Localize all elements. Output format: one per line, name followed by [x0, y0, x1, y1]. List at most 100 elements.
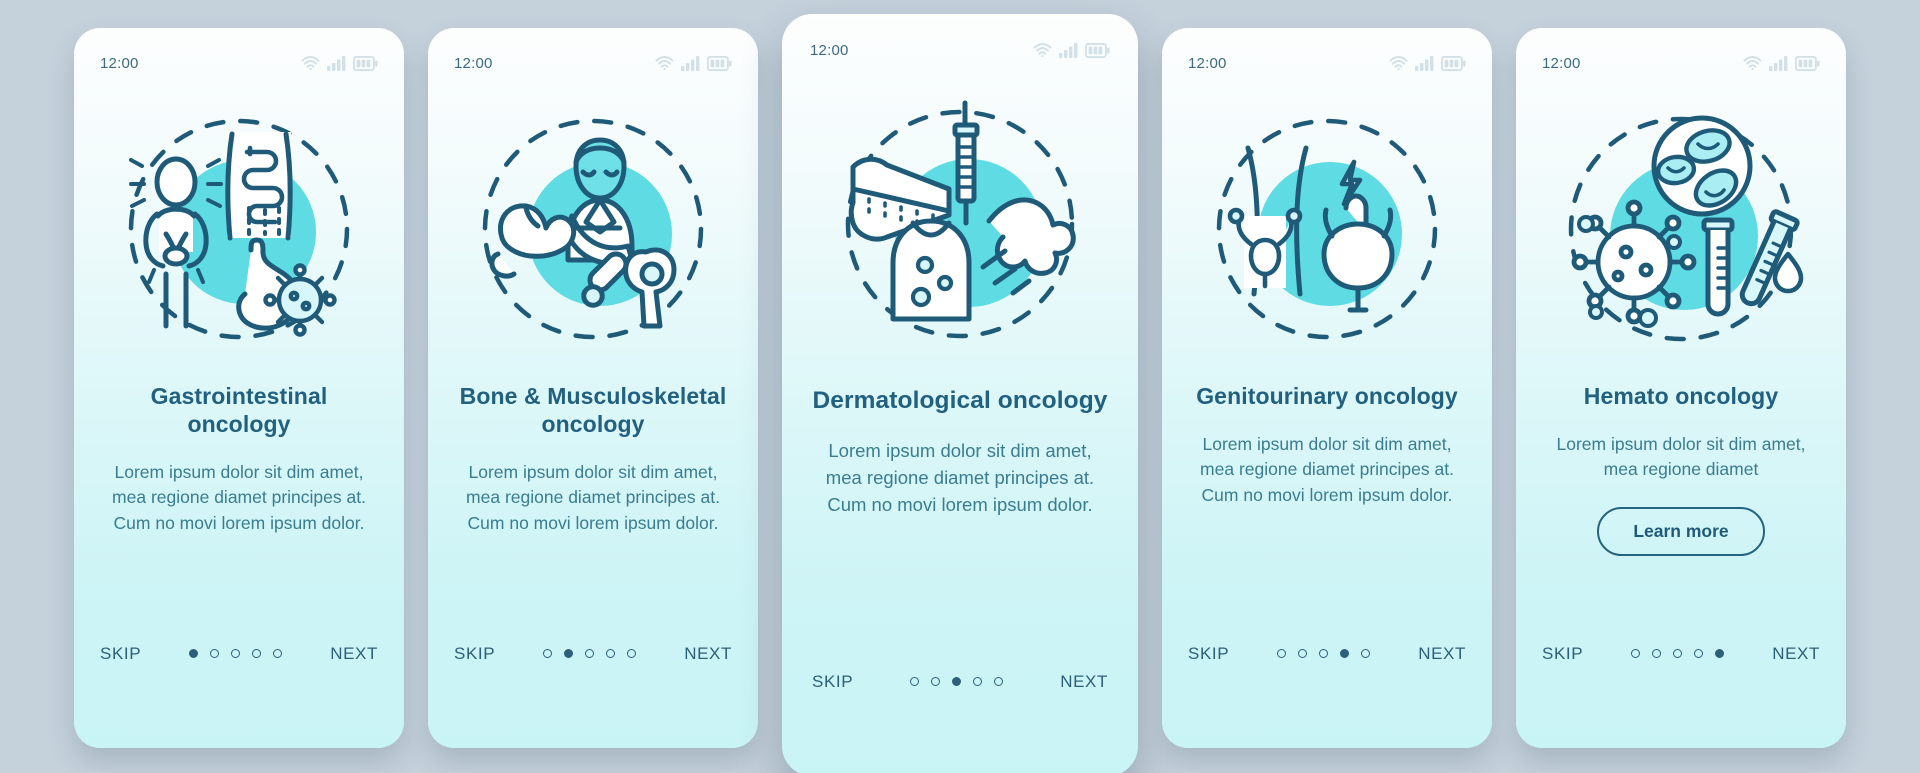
screen-title: Bone & Musculoskeletal oncology: [459, 383, 727, 438]
screen-copy: Genitourinary oncology Lorem ipsum dolor…: [1162, 376, 1492, 626]
onboarding-footer: SKIP NEXT: [782, 654, 1138, 773]
screen-description: Lorem ipsum dolor sit dim amet, mea regi…: [112, 462, 366, 533]
status-bar-icons: [655, 55, 732, 71]
status-bar: 12:00: [1516, 28, 1846, 76]
status-bar-clock: 12:00: [810, 41, 849, 59]
pagination-dot[interactable]: [931, 677, 941, 686]
onboarding-footer: SKIP NEXT: [1162, 626, 1492, 748]
pagination-dot[interactable]: [585, 649, 595, 658]
cellular-signal-icon: [1415, 55, 1434, 71]
pagination-dot[interactable]: [543, 649, 553, 658]
battery-icon: [707, 55, 732, 71]
skip-button[interactable]: SKIP: [1542, 644, 1583, 664]
gastrointestinal-oncology-illustration: [74, 76, 404, 376]
status-bar: 12:00: [782, 14, 1138, 62]
pagination-dots: [543, 644, 637, 658]
pagination-dots: [1277, 644, 1371, 658]
status-bar-icons: [1033, 42, 1110, 58]
onboarding-footer: SKIP NEXT: [1516, 626, 1846, 748]
pagination-dot[interactable]: [973, 677, 983, 686]
next-button[interactable]: NEXT: [1060, 672, 1108, 692]
pagination-dot[interactable]: [273, 649, 283, 658]
screen-title: Hemato oncology: [1583, 383, 1779, 409]
battery-icon: [1795, 55, 1820, 71]
status-bar-icons: [301, 55, 378, 71]
status-bar: 12:00: [428, 28, 758, 76]
pagination-dot[interactable]: [994, 677, 1004, 686]
pagination-dot-active[interactable]: [189, 649, 199, 658]
status-bar-clock: 12:00: [1542, 54, 1581, 72]
learn-more-button[interactable]: Learn more: [1597, 506, 1765, 556]
pagination-dot-active[interactable]: [952, 677, 962, 686]
battery-icon: [353, 55, 378, 71]
dermatological-oncology-illustration: [782, 62, 1138, 380]
onboarding-screen-genitourinary: 12:00 Genitourinary oncology Lorem ipsum…: [1162, 28, 1492, 748]
status-bar-clock: 12:00: [100, 54, 139, 72]
learn-more-wrap: Learn more: [1546, 506, 1816, 556]
status-bar-icons: [1389, 55, 1466, 71]
onboarding-footer: SKIP NEXT: [428, 626, 758, 748]
wifi-icon: [301, 55, 320, 71]
skip-button[interactable]: SKIP: [812, 672, 853, 692]
onboarding-screens-stage: 12:00 Gastrointestinal oncology Lorem ip…: [0, 0, 1920, 773]
screen-title: Gastrointestinal oncology: [150, 383, 328, 438]
skip-button[interactable]: SKIP: [454, 644, 495, 664]
wifi-icon: [1033, 42, 1052, 58]
wifi-icon: [655, 55, 674, 71]
screen-copy: Gastrointestinal oncology Lorem ipsum do…: [74, 376, 404, 626]
status-bar: 12:00: [74, 28, 404, 76]
pagination-dot[interactable]: [1298, 649, 1308, 658]
pagination-dot[interactable]: [231, 649, 241, 658]
screen-description: Lorem ipsum dolor sit dim amet, mea regi…: [1200, 434, 1454, 505]
screen-description: Lorem ipsum dolor sit dim amet, mea regi…: [825, 439, 1095, 515]
cellular-signal-icon: [1769, 55, 1788, 71]
battery-icon: [1441, 55, 1466, 71]
screen-copy: Hemato oncology Lorem ipsum dolor sit di…: [1516, 376, 1846, 626]
pagination-dot-active[interactable]: [564, 649, 574, 658]
pagination-dot-active[interactable]: [1340, 649, 1350, 658]
status-bar-icons: [1743, 55, 1820, 71]
pagination-dot[interactable]: [1631, 649, 1641, 658]
pagination-dot[interactable]: [1277, 649, 1287, 658]
pagination-dot[interactable]: [1694, 649, 1704, 658]
onboarding-screen-dermatological: 12:00 Dermatological oncology Lorem ipsu…: [782, 14, 1138, 773]
pagination-dot[interactable]: [910, 677, 920, 686]
next-button[interactable]: NEXT: [1772, 644, 1820, 664]
pagination-dots: [910, 672, 1004, 686]
pagination-dots: [1631, 644, 1725, 658]
pagination-dot[interactable]: [1673, 649, 1683, 658]
screen-copy: Dermatological oncology Lorem ipsum dolo…: [782, 380, 1138, 654]
status-bar: 12:00: [1162, 28, 1492, 76]
pagination-dot-active[interactable]: [1715, 649, 1725, 658]
genitourinary-oncology-illustration: [1162, 76, 1492, 376]
pagination-dot[interactable]: [606, 649, 616, 658]
screen-title: Genitourinary oncology: [1196, 383, 1458, 409]
cellular-signal-icon: [681, 55, 700, 71]
screen-title: Dermatological oncology: [812, 387, 1108, 414]
pagination-dot[interactable]: [1652, 649, 1662, 658]
skip-button[interactable]: SKIP: [100, 644, 141, 664]
next-button[interactable]: NEXT: [330, 644, 378, 664]
battery-icon: [1085, 42, 1110, 58]
cellular-signal-icon: [1059, 42, 1078, 58]
onboarding-screen-hemato: 12:00 Hemato oncology Lorem ipsum dolor …: [1516, 28, 1846, 748]
pagination-dot[interactable]: [1361, 649, 1371, 658]
onboarding-screen-gastrointestinal: 12:00 Gastrointestinal oncology Lorem ip…: [74, 28, 404, 748]
hemato-oncology-illustration: [1516, 76, 1846, 376]
screen-copy: Bone & Musculoskeletal oncology Lorem ip…: [428, 376, 758, 626]
status-bar-clock: 12:00: [454, 54, 493, 72]
screen-description: Lorem ipsum dolor sit dim amet, mea regi…: [1556, 434, 1806, 480]
bone-musculoskeletal-oncology-illustration: [428, 76, 758, 376]
pagination-dot[interactable]: [627, 649, 637, 658]
next-button[interactable]: NEXT: [684, 644, 732, 664]
pagination-dot[interactable]: [1319, 649, 1329, 658]
next-button[interactable]: NEXT: [1418, 644, 1466, 664]
skip-button[interactable]: SKIP: [1188, 644, 1229, 664]
pagination-dot[interactable]: [210, 649, 220, 658]
screen-description: Lorem ipsum dolor sit dim amet, mea regi…: [466, 462, 720, 533]
cellular-signal-icon: [327, 55, 346, 71]
onboarding-screen-bone-musculoskeletal: 12:00 Bone & Musculoskeletal oncology Lo…: [428, 28, 758, 748]
pagination-dot[interactable]: [252, 649, 262, 658]
pagination-dots: [189, 644, 283, 658]
status-bar-clock: 12:00: [1188, 54, 1227, 72]
